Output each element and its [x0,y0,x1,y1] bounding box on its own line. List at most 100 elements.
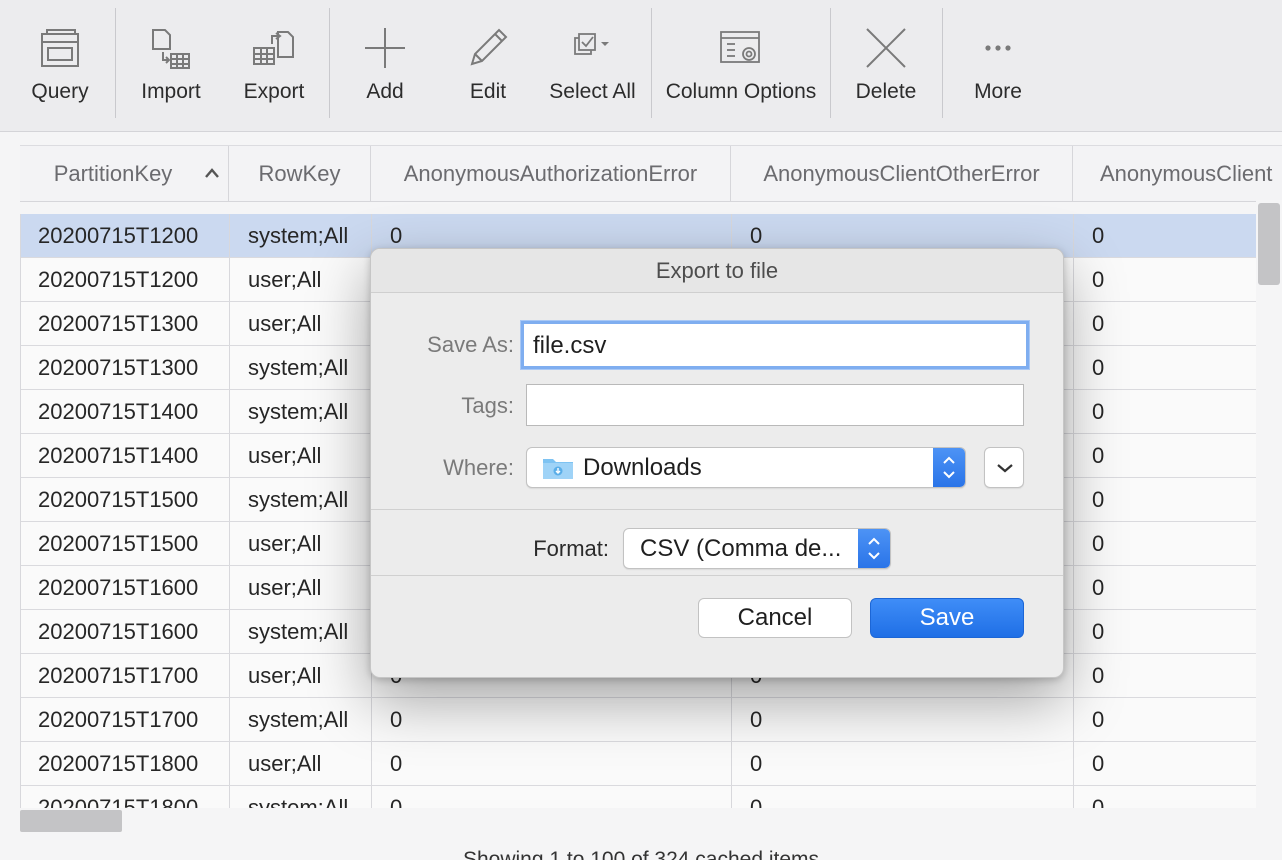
table-row[interactable]: 20200715T1700 system;All 0 0 0 [21,698,1256,742]
column-header-rowkey[interactable]: RowKey [229,146,371,201]
column-header-anonymous-authorization-error[interactable]: AnonymousAuthorizationError [371,146,731,201]
column-header-anonymous-client-other-error[interactable]: AnonymousClientOtherError [731,146,1073,201]
table-cell: system;All [230,610,372,653]
column-header-anonymous-client[interactable]: AnonymousClient [1073,146,1282,201]
add-button[interactable]: Add [345,0,425,132]
cancel-button[interactable]: Cancel [698,598,852,638]
add-label: Add [366,80,404,103]
where-value: Downloads [583,454,702,481]
query-icon [38,26,82,70]
x-icon [864,26,908,70]
import-button[interactable]: Import [130,0,212,132]
table-cell: 0 [1092,399,1105,424]
toolbar-separator [115,8,116,118]
table-cell: user;All [230,742,372,785]
expand-dialog-button[interactable] [984,447,1024,488]
save-button[interactable]: Save [870,598,1024,638]
table-cell: 20200715T1500 [21,478,230,521]
edit-label: Edit [469,80,507,103]
export-label: Export [243,80,305,103]
table-cell: 0 [732,786,1074,808]
sort-ascending-icon [205,168,219,178]
chevron-down-icon [997,464,1013,473]
table-cell: 0 [372,742,732,785]
toolbar-separator [830,8,831,118]
column-header-label: AnonymousAuthorizationError [403,161,698,186]
table-cell: 0 [1092,355,1105,380]
table-cell: system;All [230,786,372,808]
grid-header: PartitionKey RowKey AnonymousAuthorizati… [20,145,1282,202]
table-cell: 20200715T1200 [21,214,230,257]
table-cell: 0 [1092,443,1105,468]
vertical-scrollbar-thumb[interactable] [1258,203,1280,285]
edit-button[interactable]: Edit [448,0,528,132]
plus-icon [363,26,407,70]
more-label: More [974,80,1022,103]
table-cell: user;All [230,302,372,345]
where-label: Where: [443,455,514,480]
table-row[interactable]: 20200715T1800 system;All 0 0 0 [21,786,1256,808]
table-cell: 0 [1092,663,1105,688]
column-header-partitionkey[interactable]: PartitionKey [20,146,229,201]
table-cell: system;All [230,346,372,389]
more-button[interactable]: More [958,0,1038,132]
table-cell: system;All [230,214,372,257]
select-all-label: Select All [549,80,636,103]
table-cell: 20200715T1400 [21,390,230,433]
table-cell: 0 [732,698,1074,741]
column-options-icon [719,26,763,70]
toolbar-separator [942,8,943,118]
table-cell: user;All [230,522,372,565]
select-arrows-icon [858,529,890,568]
save-as-input[interactable]: file.csv [521,321,1029,369]
tags-label: Tags: [461,393,514,418]
column-header-label: AnonymousClient [1100,161,1273,186]
format-label: Format: [533,536,609,561]
table-cell: 20200715T1800 [21,742,230,785]
toolbar-separator [651,8,652,118]
import-icon [149,26,193,70]
table-cell: 0 [1092,487,1105,512]
table-cell: system;All [230,698,372,741]
horizontal-scrollbar-thumb[interactable] [20,810,122,832]
toolbar: Query Import Export Add Edit Select All … [0,0,1282,132]
table-cell: user;All [230,654,372,697]
vertical-scrollbar[interactable] [1256,200,1282,808]
save-as-label: Save As: [427,332,514,357]
table-cell: 20200715T1700 [21,698,230,741]
dialog-title: Export to file [371,249,1063,293]
table-cell: 0 [1092,619,1105,644]
query-button[interactable]: Query [20,0,100,132]
table-cell: user;All [230,258,372,301]
table-cell: user;All [230,434,372,477]
table-cell: 20200715T1600 [21,566,230,609]
table-cell: 0 [1092,223,1105,248]
table-cell: 20200715T1600 [21,610,230,653]
pencil-icon [466,26,510,70]
table-cell: 0 [372,786,732,808]
status-text: Showing 1 to 100 of 324 cached items [462,848,820,860]
column-options-button[interactable]: Column Options [661,0,821,132]
table-cell: user;All [230,566,372,609]
export-icon [252,26,296,70]
table-cell: 20200715T1200 [21,258,230,301]
table-cell: 20200715T1300 [21,346,230,389]
table-cell: 20200715T1800 [21,786,230,808]
table-row[interactable]: 20200715T1800 user;All 0 0 0 [21,742,1256,786]
import-label: Import [141,80,201,103]
table-cell: 20200715T1400 [21,434,230,477]
table-cell: system;All [230,478,372,521]
delete-button[interactable]: Delete [846,0,926,132]
where-select[interactable]: Downloads [526,447,966,488]
delete-label: Delete [855,80,917,103]
table-cell: 0 [1092,751,1105,776]
table-cell: 20200715T1700 [21,654,230,697]
column-header-label: AnonymousClientOtherError [763,161,1040,186]
select-all-button[interactable]: Select All [545,0,640,132]
table-cell: 0 [1092,267,1105,292]
tags-input[interactable] [526,384,1024,426]
export-button[interactable]: Export [234,0,314,132]
select-all-icon [571,26,615,70]
select-arrows-icon [933,448,965,487]
format-select[interactable]: CSV (Comma de... [623,528,891,569]
